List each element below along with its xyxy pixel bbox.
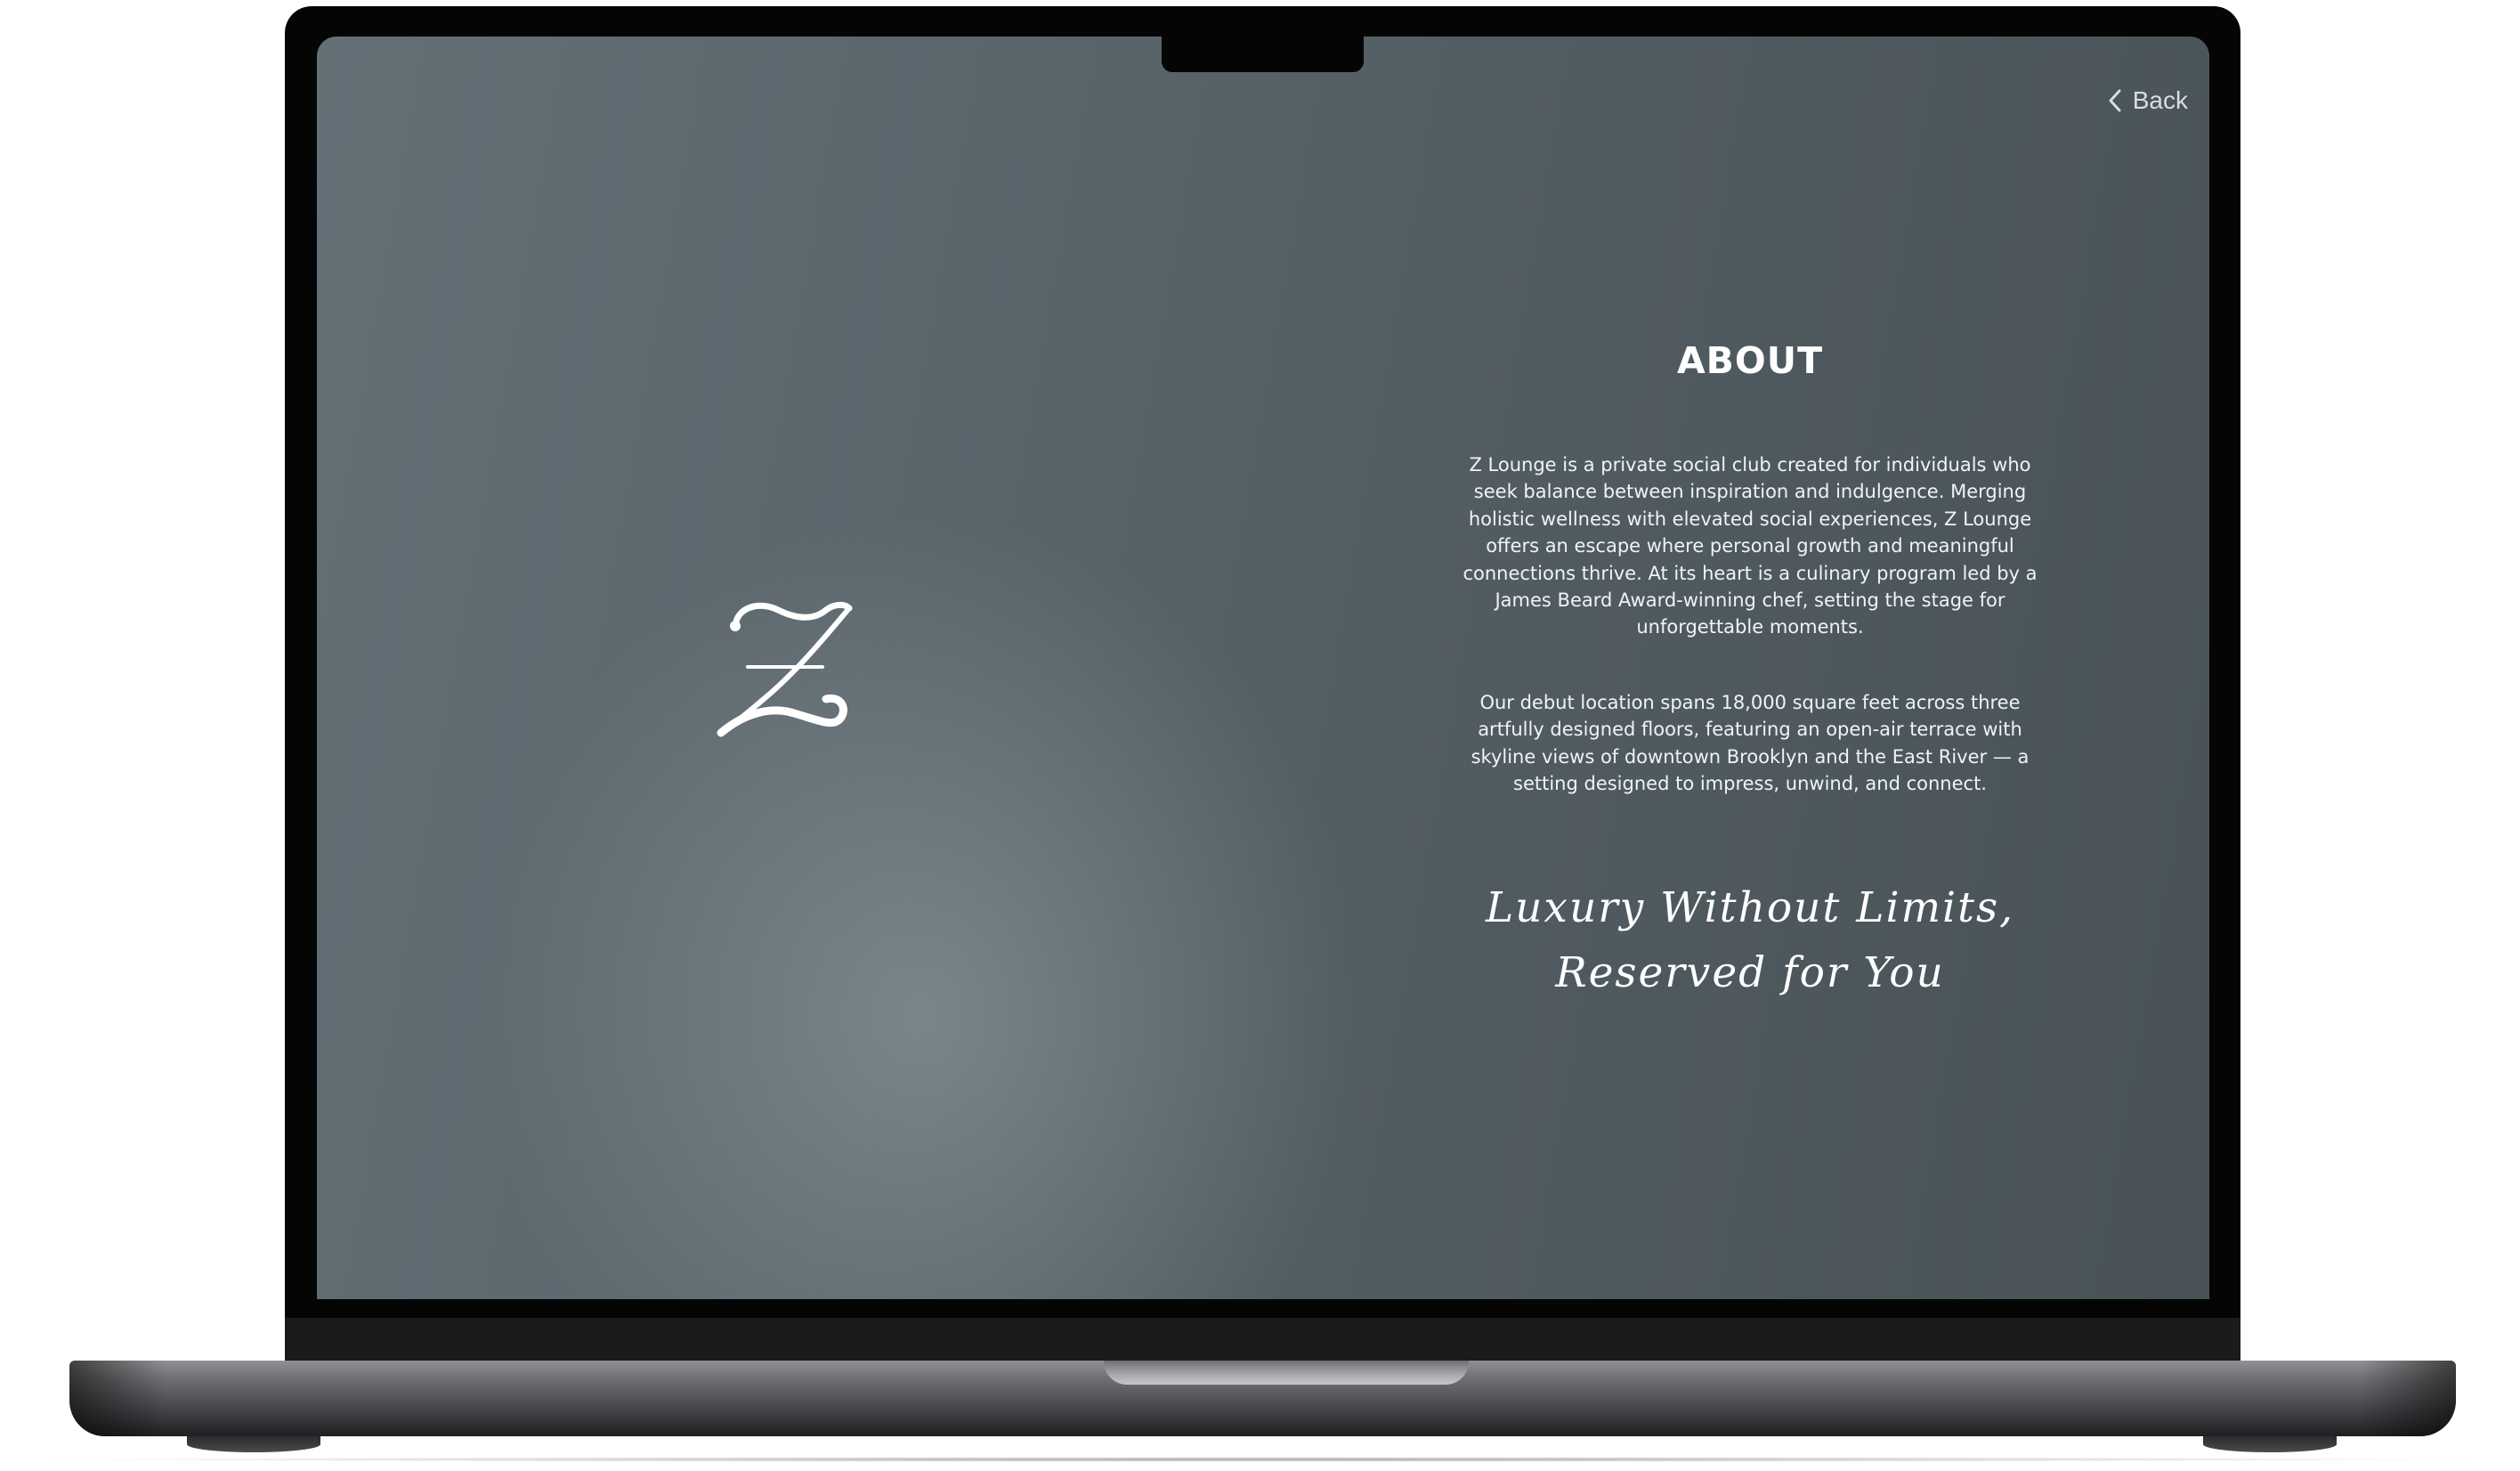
z-monogram-logo	[709, 589, 864, 744]
laptop-opening-notch	[1104, 1361, 1469, 1385]
about-section: ABOUT Z Lounge is a private social club …	[1456, 339, 2044, 1005]
about-paragraph-location: Our debut location spans 18,000 square f…	[1471, 691, 2030, 795]
laptop-bezel-chin	[285, 1318, 2240, 1362]
tagline: Luxury Without Limits, Reserved for You	[1456, 875, 2044, 1005]
laptop-foot-left	[187, 1436, 320, 1452]
chevron-left-icon	[2108, 89, 2122, 112]
laptop-mockup: Back ABOUT Z Lounge is a private social …	[0, 0, 2520, 1471]
laptop-shadow	[27, 1457, 2492, 1462]
laptop-screen: Back ABOUT Z Lounge is a private social …	[317, 37, 2209, 1299]
camera-notch	[1162, 37, 1364, 72]
tagline-line-2: Reserved for You	[1555, 948, 1945, 998]
about-heading: ABOUT	[1676, 339, 1824, 382]
about-paragraph-intro: Z Lounge is a private social club create…	[1463, 454, 2038, 638]
laptop-foot-right	[2203, 1436, 2337, 1452]
back-link[interactable]: Back	[2108, 86, 2188, 115]
back-label: Back	[2132, 86, 2188, 114]
tagline-line-1: Luxury Without Limits,	[1485, 883, 2015, 933]
